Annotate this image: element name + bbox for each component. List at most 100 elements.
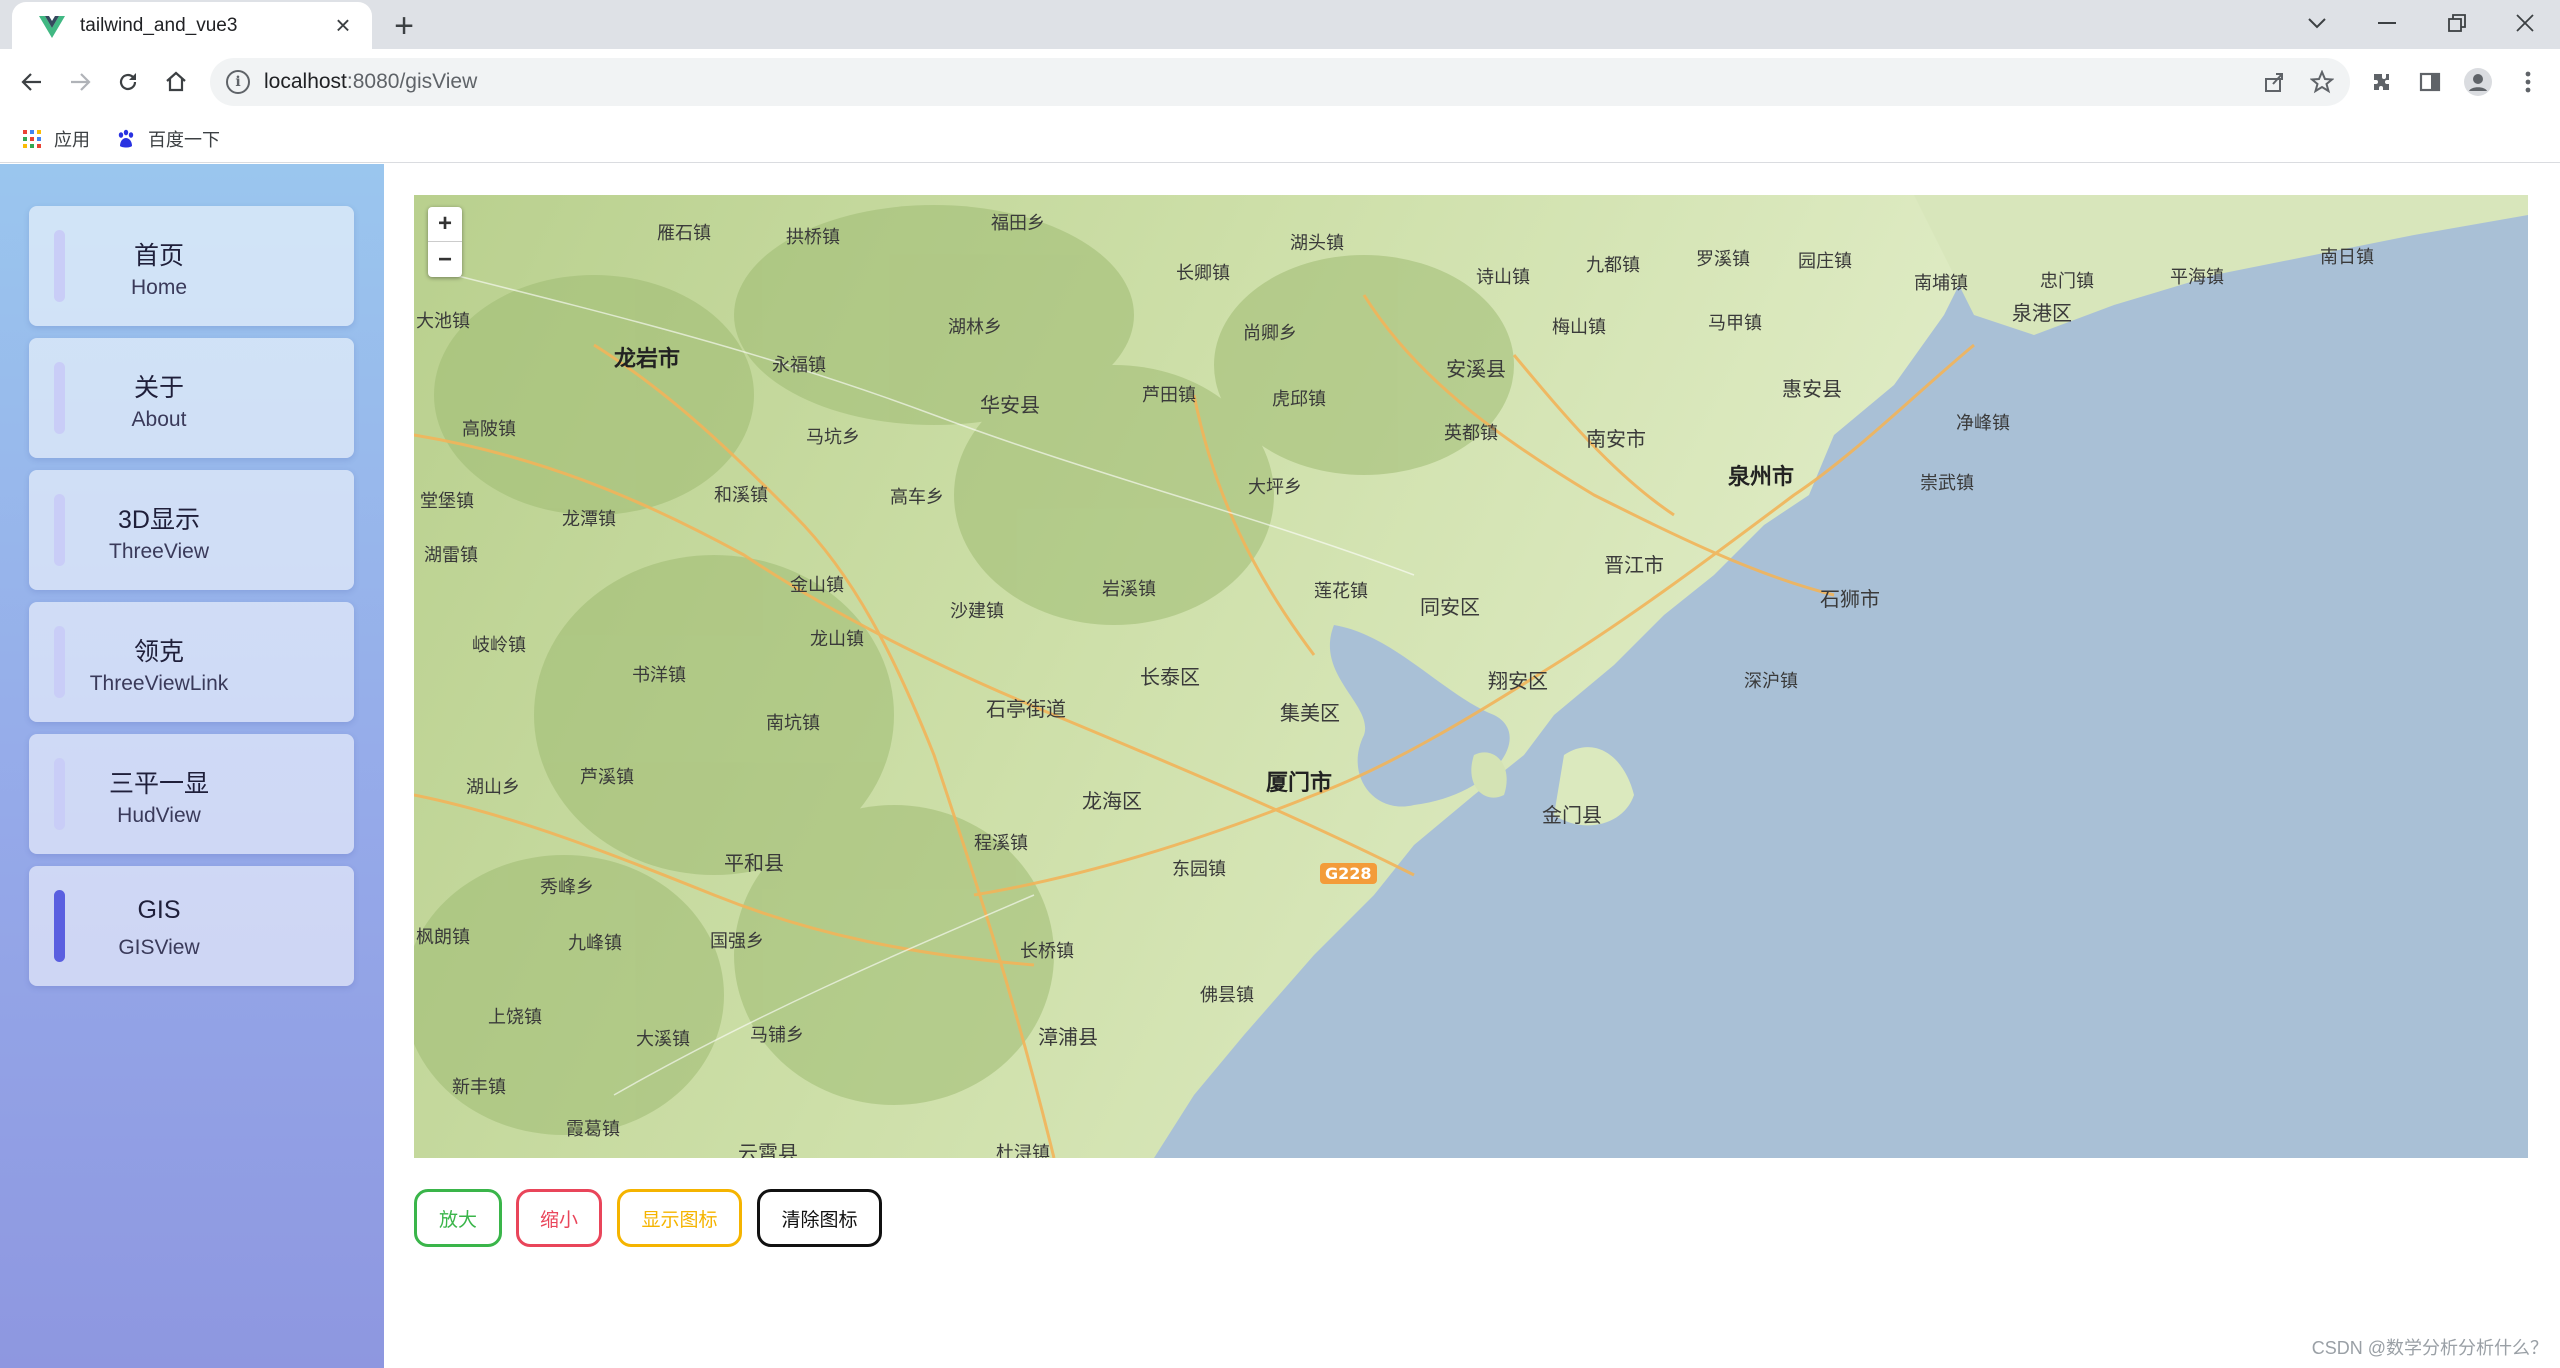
browser-toolbar: i localhost:8080/gisView [0, 49, 2560, 115]
zoom-out-button[interactable]: 缩小 [516, 1189, 602, 1247]
place-label: 长桥镇 [1020, 941, 1074, 962]
place-label: 忠门镇 [2040, 271, 2094, 292]
place-label: 深沪镇 [1744, 671, 1798, 692]
sidebar-item-hudview[interactable]: 三平一显 HudView [29, 734, 354, 854]
place-label: 书洋镇 [632, 665, 686, 686]
place-label: 英都镇 [1444, 423, 1498, 444]
nav-indicator [54, 494, 65, 566]
place-label: 园庄镇 [1798, 251, 1852, 272]
place-label: 高陂镇 [462, 419, 516, 440]
map-zoom-out-button[interactable]: − [428, 242, 462, 277]
place-label: 南埔镇 [1914, 273, 1968, 294]
place-label: 龙海区 [1082, 789, 1142, 813]
place-label: 崇武镇 [1920, 473, 1974, 494]
close-window-icon[interactable] [2490, 0, 2560, 46]
nav-label-en: Home [130, 276, 188, 299]
show-markers-button[interactable]: 显示图标 [617, 1189, 742, 1247]
place-label: 莲花镇 [1314, 581, 1368, 602]
place-label: 枫朗镇 [416, 927, 470, 948]
restore-icon[interactable] [2422, 0, 2492, 46]
bookmark-baidu[interactable]: 百度一下 [116, 126, 220, 152]
extensions-icon[interactable] [2364, 64, 2400, 100]
place-label: 金门县 [1542, 803, 1602, 827]
place-label: 雁石镇 [657, 223, 711, 244]
nav-label-en: ThreeView [109, 540, 209, 563]
sidebar-item-about[interactable]: 关于 About [29, 338, 354, 458]
place-label: 翔安区 [1488, 669, 1548, 693]
new-tab-icon[interactable]: + [386, 7, 422, 45]
sidebar-item-threeview[interactable]: 3D显示 ThreeView [29, 470, 354, 590]
browser-tab[interactable]: tailwind_and_vue3 × [12, 2, 372, 49]
nav-indicator [54, 626, 65, 698]
place-label: 龙潭镇 [562, 509, 616, 530]
place-label: 金山镇 [790, 575, 844, 596]
sidebar-item-home[interactable]: 首页 Home [29, 206, 354, 326]
place-label: 罗溪镇 [1696, 249, 1750, 270]
tab-search-icon[interactable] [2282, 0, 2352, 46]
place-label: 上饶镇 [488, 1007, 542, 1028]
place-label: 马甲镇 [1708, 313, 1762, 334]
tab-title: tailwind_and_vue3 [80, 14, 238, 36]
menu-dots-icon[interactable] [2510, 64, 2546, 100]
nav-label-cn: GIS [137, 896, 181, 924]
home-icon[interactable] [158, 64, 194, 100]
nav-indicator-active [54, 890, 65, 962]
bookmark-star-icon[interactable] [2304, 64, 2340, 100]
minimize-icon[interactable] [2352, 0, 2422, 46]
place-label: 湖山乡 [466, 777, 520, 798]
sidebar-item-gisview[interactable]: GIS GISView [29, 866, 354, 986]
place-label: 大坪乡 [1248, 477, 1302, 498]
place-label: 高车乡 [890, 487, 944, 508]
url-text: localhost:8080/gisView [264, 70, 478, 93]
place-label: 厦门市 [1266, 771, 1333, 796]
nav-label-en: ThreeViewLink [89, 672, 229, 695]
site-info-icon[interactable]: i [226, 70, 250, 94]
place-label: 和溪镇 [714, 485, 768, 506]
nav-label-cn: 3D显示 [118, 506, 200, 534]
place-label: 平海镇 [2170, 267, 2224, 288]
place-label: 晋江市 [1604, 553, 1664, 577]
nav-label-en: GISView [118, 936, 200, 959]
place-label: 大溪镇 [636, 1029, 690, 1050]
place-label: 秀峰乡 [540, 877, 594, 898]
place-label: 湖雷镇 [424, 545, 478, 566]
zoom-in-button[interactable]: 放大 [414, 1189, 502, 1247]
place-label: 沙建镇 [950, 601, 1004, 622]
place-label: 安溪县 [1446, 357, 1506, 381]
clear-markers-button[interactable]: 清除图标 [757, 1189, 882, 1247]
nav-label-cn: 关于 [133, 374, 184, 402]
place-label: 同安区 [1420, 595, 1480, 619]
forward-icon[interactable] [62, 64, 98, 100]
back-icon[interactable] [14, 64, 50, 100]
place-label: 堂堡镇 [420, 491, 474, 512]
place-label: 马坑乡 [806, 427, 860, 448]
sidebar-item-threeviewlink[interactable]: 领克 ThreeViewLink [29, 602, 354, 722]
place-label: 霞葛镇 [566, 1119, 620, 1140]
place-label: 湖林乡 [948, 317, 1002, 338]
place-label: 漳浦县 [1038, 1025, 1098, 1049]
bookmark-apps[interactable]: 应用 [22, 126, 90, 152]
watermark: CSDN @数学分析分析什么？ [2311, 1338, 2548, 1358]
place-label: 集美区 [1280, 701, 1340, 725]
vue-logo-icon [39, 15, 65, 38]
place-label: 九都镇 [1586, 255, 1640, 276]
place-label: 马铺乡 [750, 1025, 804, 1046]
address-bar[interactable]: i localhost:8080/gisView [210, 58, 2350, 106]
place-label: 长泰区 [1140, 665, 1200, 689]
place-label: 永福镇 [772, 355, 826, 376]
place-label: 南日镇 [2320, 247, 2374, 268]
profile-avatar-icon[interactable] [2460, 64, 2496, 100]
place-label: 石狮市 [1820, 587, 1880, 611]
browser-tabstrip: tailwind_and_vue3 × + [0, 0, 2560, 49]
place-label: 大池镇 [416, 311, 470, 332]
gis-map[interactable]: 福田乡 雁石镇 拱桥镇 长卿镇 湖头镇 诗山镇 九都镇 罗溪镇 园庄镇 南埔镇 … [414, 195, 2528, 1158]
map-zoom-in-button[interactable]: + [428, 207, 462, 242]
place-label: 梅山镇 [1552, 317, 1606, 338]
nav-label-cn: 领克 [133, 638, 184, 666]
share-icon[interactable] [2256, 64, 2292, 100]
place-label: 拱桥镇 [786, 227, 840, 248]
side-panel-icon[interactable] [2412, 64, 2448, 100]
close-tab-icon[interactable]: × [328, 10, 358, 41]
place-label: 湖头镇 [1290, 233, 1344, 254]
reload-icon[interactable] [110, 64, 146, 100]
